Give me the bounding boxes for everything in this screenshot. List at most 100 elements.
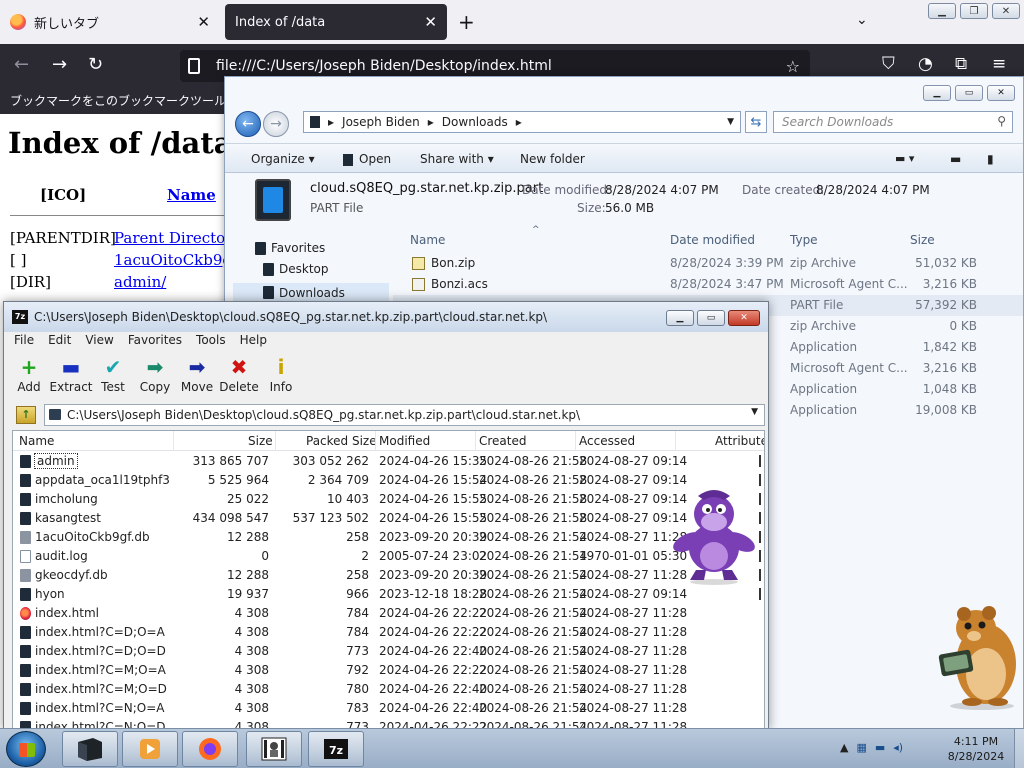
address-dropdown-icon[interactable]: ▼	[727, 117, 734, 127]
list-all-tabs-button[interactable]: ⌄	[856, 12, 868, 28]
address-bar[interactable]: ▸ Joseph Biden ▸ Downloads ▸ ▼	[303, 111, 741, 133]
display-icon[interactable]: ▬	[875, 741, 885, 754]
help-icon[interactable]: ▮	[987, 152, 994, 166]
organize-button[interactable]: Organize ▾	[251, 152, 315, 166]
taskbar-7zip[interactable]: 7z	[308, 731, 364, 767]
start-button[interactable]	[6, 731, 46, 767]
breadcrumb-downloads[interactable]: Downloads	[442, 115, 508, 129]
col-name[interactable]: Name	[19, 434, 54, 448]
close-tab-icon[interactable]: ✕	[197, 13, 210, 31]
path-dropdown-icon[interactable]: ▼	[751, 407, 758, 417]
file-link[interactable]: 1acuOitoCkb9gf.	[114, 251, 242, 269]
menu-icon[interactable]: ≡	[992, 54, 1006, 74]
path-field[interactable]: C:\Users\Joseph Biden\Desktop\cloud.sQ8E…	[44, 404, 765, 426]
table-row[interactable]: index.html?C=D;O=D 4 308 773 2024-04-26 22:…	[13, 642, 764, 661]
col-created[interactable]: Created	[479, 434, 527, 448]
table-row[interactable]: index.html?C=N;O=A 4 308 783 2024-04-26 22:…	[13, 699, 764, 718]
close-button[interactable]: ✕	[987, 85, 1015, 101]
pocket-icon[interactable]: ⛉	[882, 54, 895, 74]
toolbar-info-button[interactable]: i Info	[260, 354, 302, 400]
toolbar-test-button[interactable]: ✔ Test	[92, 354, 134, 400]
new-folder-button[interactable]: New folder	[520, 152, 585, 166]
new-tab-button[interactable]: +	[458, 10, 475, 34]
file-row[interactable]: Bonzi.acs 8/28/2024 3:47 PM Microsoft Agen…	[393, 274, 1023, 295]
preview-pane-icon[interactable]: ▬	[950, 152, 961, 166]
table-row[interactable]: 1acuOitoCkb9gf.db 12 288 258 2023-09-20 20:…	[13, 528, 764, 547]
col-size[interactable]: Size	[248, 434, 273, 448]
nav-favorites[interactable]: Favorites	[255, 241, 325, 255]
refresh-button[interactable]: ⇆	[745, 111, 767, 133]
breadcrumb-joseph-biden[interactable]: Joseph Biden	[342, 115, 420, 129]
toolbar-move-button[interactable]: ➡ Move	[176, 354, 218, 400]
reload-icon[interactable]: ↻	[88, 54, 103, 75]
table-row[interactable]: appdata_oca1l19tphf3 5 525 964 2 364 709 20…	[13, 471, 764, 490]
admin-link[interactable]: admin/	[114, 273, 166, 291]
close-button[interactable]: ✕	[728, 310, 760, 326]
show-hidden-icons[interactable]: ▲	[840, 741, 848, 754]
table-row[interactable]: index.html?C=D;O=A 4 308 784 2024-04-26 22:…	[13, 623, 764, 642]
col-name-link[interactable]: Name	[167, 186, 216, 204]
col-packed-size[interactable]: Packed Size	[306, 434, 377, 448]
table-row[interactable]: hyon 19 937 966 2023-12-18 18:28 2024-08-26 …	[13, 585, 764, 604]
back-arrow-icon[interactable]: ←	[14, 54, 29, 75]
toolbar-copy-button[interactable]: ➡ Copy	[134, 354, 176, 400]
forward-button[interactable]: →	[263, 111, 289, 137]
col-name[interactable]: Name	[410, 233, 445, 247]
show-desktop-button[interactable]	[1014, 729, 1024, 768]
col-type[interactable]: Type	[790, 233, 818, 247]
search-icon[interactable]: ⚲	[997, 114, 1006, 128]
extensions-icon[interactable]: ⧉	[955, 54, 967, 74]
col-attribute[interactable]: Attribute	[715, 434, 764, 448]
network-icon[interactable]: ▦	[856, 741, 866, 754]
hamster-agent-character[interactable]	[934, 598, 1024, 710]
menu-favorites[interactable]: Favorites	[128, 333, 182, 347]
bonzi-buddy-character[interactable]	[668, 478, 760, 586]
parent-directory-link[interactable]: Parent Directory	[114, 229, 241, 247]
table-row[interactable]: gkeocdyf.db 12 288 258 2023-09-20 20:39 2024…	[13, 566, 764, 585]
nav-desktop[interactable]: Desktop	[263, 262, 329, 276]
close-tab-icon[interactable]: ✕	[424, 13, 437, 31]
toolbar-delete-button[interactable]: ✖ Delete	[218, 354, 260, 400]
up-folder-button[interactable]: ↑	[16, 406, 36, 424]
forward-arrow-icon[interactable]: →	[52, 54, 67, 75]
back-button[interactable]: ←	[235, 111, 261, 137]
table-row[interactable]: kasangtest 434 098 547 537 123 502 2024-04-…	[13, 509, 764, 528]
maximize-button[interactable]: ▭	[955, 85, 983, 101]
table-row[interactable]: audit.log 0 2 2005-07-24 23:02 2024-08-26 21…	[13, 547, 764, 566]
taskbar-firefox[interactable]	[182, 731, 238, 767]
view-options-icon[interactable]: ▬ ▾	[895, 152, 914, 165]
col-date-modified[interactable]: Date modified	[670, 233, 755, 247]
menu-help[interactable]: Help	[240, 333, 267, 347]
toolbar-extract-button[interactable]: ▬ Extract	[50, 354, 93, 400]
minimize-button[interactable]: ▁	[923, 85, 951, 101]
table-row[interactable]: admin 313 865 707 303 052 262 2024-04-26 15…	[13, 452, 764, 471]
path-text[interactable]: C:\Users\Joseph Biden\Desktop\cloud.sQ8E…	[67, 408, 580, 422]
account-icon[interactable]: ◔	[918, 54, 933, 74]
table-row[interactable]: index.html?C=M;O=D 4 308 780 2024-04-26 22:…	[13, 680, 764, 699]
menu-edit[interactable]: Edit	[48, 333, 71, 347]
minimize-button[interactable]: ▁	[666, 310, 694, 326]
maximize-button[interactable]: ▭	[697, 310, 725, 326]
toolbar-add-button[interactable]: + Add	[8, 354, 50, 400]
menu-tools[interactable]: Tools	[196, 333, 226, 347]
table-row[interactable]: index.html?C=M;O=A 4 308 792 2024-04-26 22:…	[13, 661, 764, 680]
minimize-button[interactable]: ▁	[928, 3, 956, 19]
bookmark-star-icon[interactable]: ☆	[786, 57, 800, 76]
col-modified[interactable]: Modified	[379, 434, 430, 448]
volume-icon[interactable]: ◂)	[893, 741, 903, 754]
taskbar-explorer[interactable]	[62, 731, 118, 767]
col-size[interactable]: Size	[910, 233, 935, 247]
menu-view[interactable]: View	[85, 333, 113, 347]
table-row[interactable]: index.html 4 308 784 2024-04-26 22:22 2024-0…	[13, 604, 764, 623]
maximize-button[interactable]: ❐	[960, 3, 988, 19]
taskbar-bonzi-agent[interactable]	[246, 731, 302, 767]
nav-downloads[interactable]: Downloads	[233, 283, 389, 302]
open-button[interactable]: Open	[343, 152, 391, 166]
table-row[interactable]: imcholung 25 022 10 403 2024-04-26 15:55 202…	[13, 490, 764, 509]
url-text[interactable]: file:///C:/Users/Joseph Biden/Desktop/in…	[216, 58, 552, 74]
menu-file[interactable]: File	[14, 333, 34, 347]
clock[interactable]: 4:11 PM 8/28/2024	[936, 734, 1016, 764]
close-button[interactable]: ✕	[992, 3, 1020, 19]
taskbar-media-player[interactable]	[122, 731, 178, 767]
file-row[interactable]: Bon.zip 8/28/2024 3:39 PM zip Archive 51,03…	[393, 253, 1023, 274]
